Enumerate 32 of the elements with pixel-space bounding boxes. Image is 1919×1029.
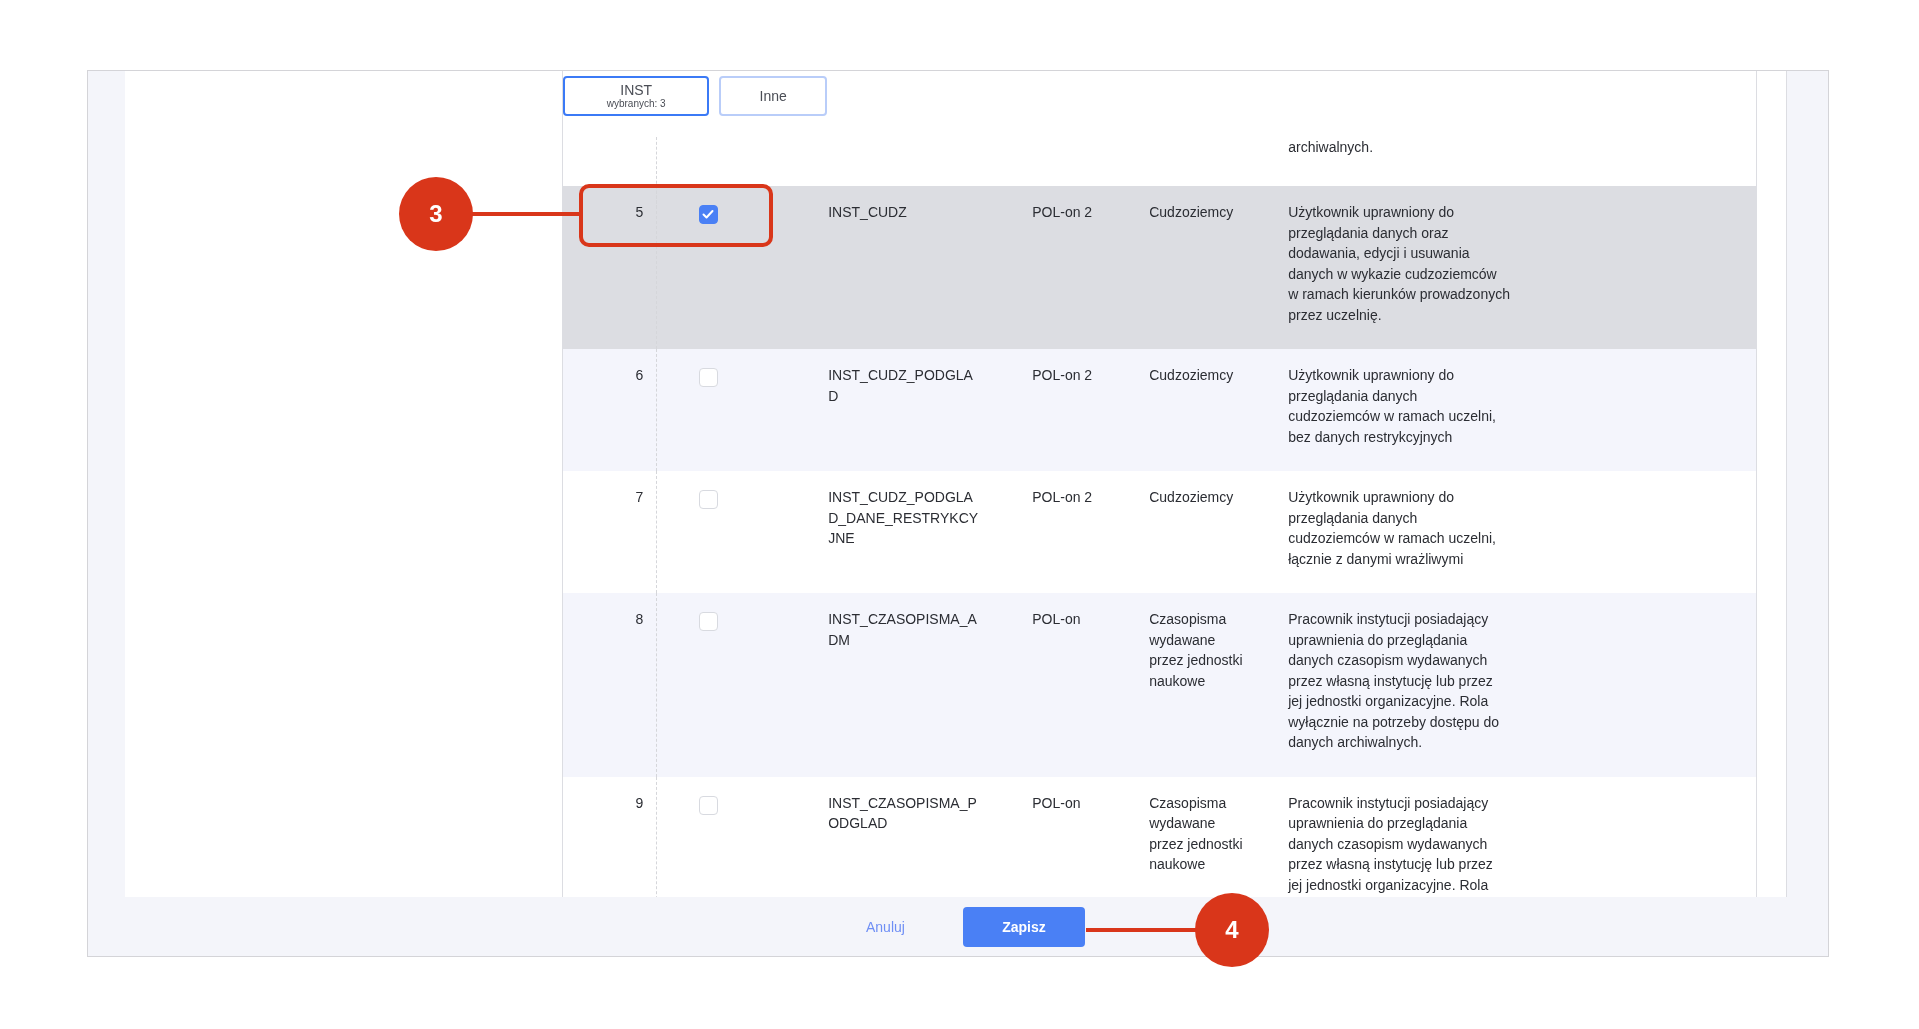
row-number: 6 bbox=[635, 367, 644, 383]
table-cell-text: INST_CUDZ_PODGLAD bbox=[828, 366, 974, 406]
table-cell: POL-on 2 bbox=[1032, 204, 1093, 220]
table-cell: POL-on 2 bbox=[1032, 367, 1093, 383]
table-cell-text: Czasopisma wydawane przez jednostki naukowe bbox=[1149, 610, 1244, 691]
table-cell-text: Użytkownik uprawniony do przeglądania danych cudzoziemców w ramach uczelni, łącznie z danymi wrażliwymi bbox=[1288, 488, 1497, 569]
table-cell-text: INST_CUDZ_PODGLAD_DANE_RESTRYKCYJNE bbox=[828, 488, 980, 548]
table-cell-text: Cudzoziemcy bbox=[1149, 203, 1235, 222]
scrollbar-track[interactable] bbox=[1756, 71, 1787, 897]
table-cell-text: Cudzoziemcy bbox=[1149, 488, 1235, 507]
table-cell: POL-on bbox=[1032, 794, 1081, 811]
table-cell-text: Użytkownik uprawniony do przeglądania danych oraz dodawania, edycji i usuwania danych w wykazie cudzoziemców w ramach kierunków prowadzonych przez uczelnię. bbox=[1288, 203, 1511, 325]
table-cell: POL-on bbox=[1032, 611, 1081, 627]
table-cell-text: INST_CZASOPISMA_PODGLAD bbox=[828, 793, 978, 833]
step-marker: 4 bbox=[1195, 893, 1269, 967]
table-cell-text: Użytkownik uprawniony do przeglądania danych cudzoziemców w ramach uczelni, bez danych restrykcyjnych bbox=[1288, 366, 1497, 447]
table-cell-text: INST_CZASOPISMA_ADM bbox=[828, 610, 978, 650]
row-number: 7 bbox=[635, 489, 644, 505]
row-number: 5 bbox=[635, 204, 644, 220]
table-cell-text: Cudzoziemcy bbox=[1149, 366, 1235, 385]
table-cell-text: INST_CUDZ bbox=[828, 203, 908, 222]
tab[interactable]: Inne bbox=[719, 76, 828, 116]
table-cell-text: Pracownik instytucji posiadający uprawnienia do przeglądania danych czasopism wydawanych przez własną instytucję lub przez jej jednostki organizacyjne. Rola wyłącznie na potrzeby dostępu do danych archiwalnych. bbox=[1288, 610, 1501, 752]
row-number: 8 bbox=[635, 611, 644, 627]
table-cell-text: Pracownik instytucji posiadający uprawnienia do przeglądania danych czasopism wydawanych przez własną instytucję lub przez jej jednostki organizacyjne. Rola bbox=[1288, 793, 1494, 895]
row-number: 9 bbox=[635, 794, 644, 811]
tab[interactable]: INST wybranych: 3 bbox=[563, 76, 710, 116]
table-cell: POL-on 2 bbox=[1032, 489, 1093, 505]
checkbox[interactable] bbox=[699, 205, 719, 224]
save-button[interactable]: Zapisz bbox=[962, 906, 1085, 947]
table-cell-text: Czasopisma wydawane przez jednostki naukowe bbox=[1149, 793, 1244, 874]
table-cell-text: archiwalnych. bbox=[1288, 138, 1375, 157]
